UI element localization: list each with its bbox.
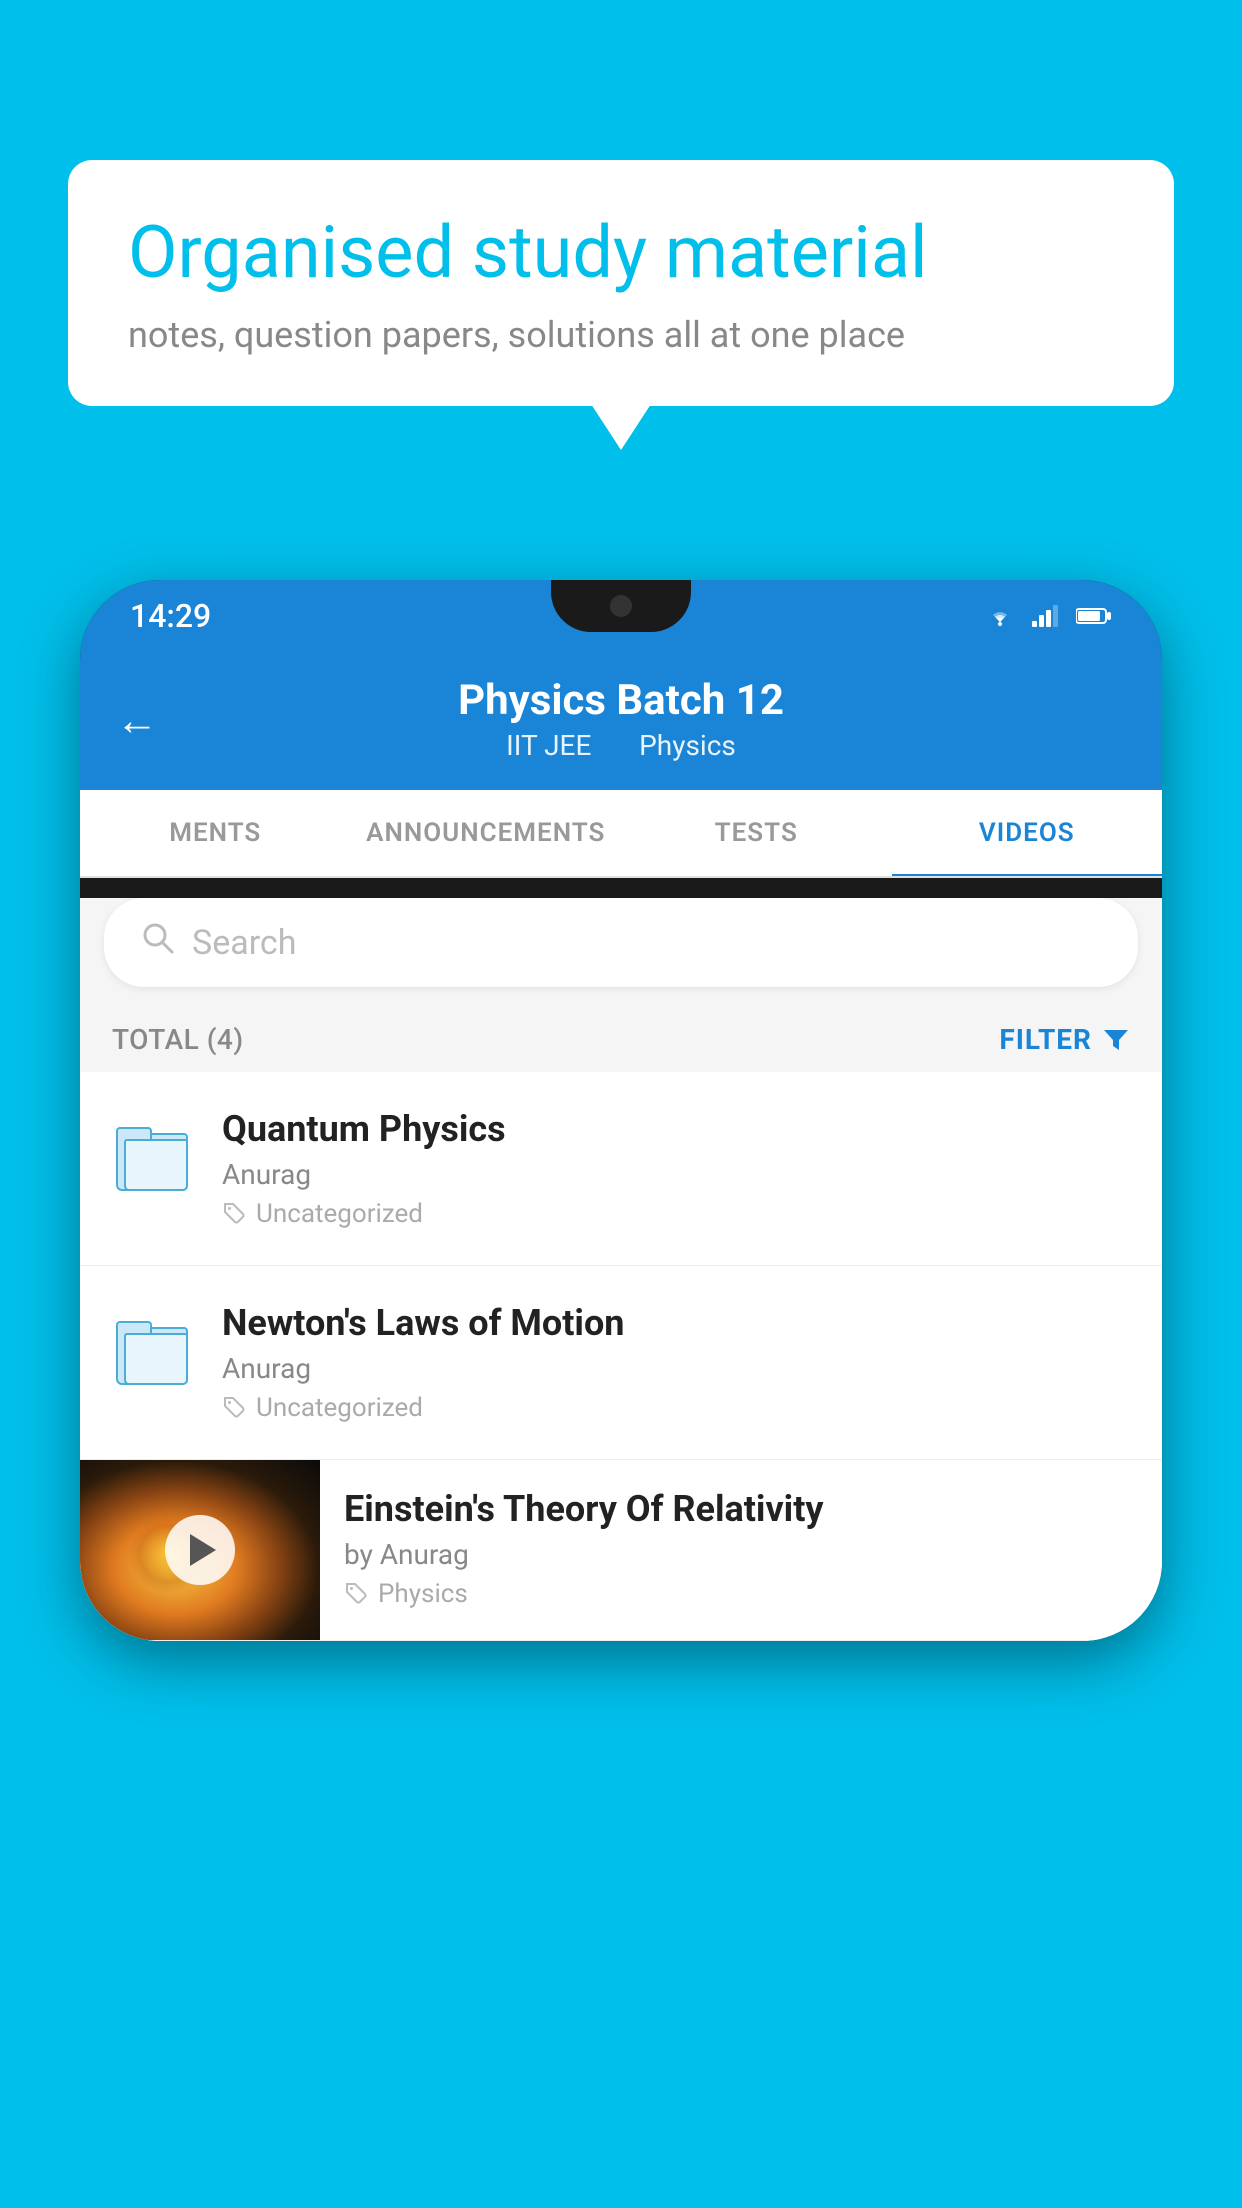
list-item[interactable]: Quantum Physics Anurag Uncategorized — [80, 1072, 1162, 1266]
filter-button[interactable]: FILTER — [999, 1023, 1130, 1056]
item-title: Newton's Laws of Motion — [222, 1302, 1130, 1344]
folder-icon — [116, 1115, 188, 1191]
video-title: Einstein's Theory Of Relativity — [344, 1488, 1138, 1530]
header-title: Physics Batch 12 — [120, 676, 1122, 725]
item-icon-newton — [112, 1302, 192, 1392]
camera — [610, 595, 632, 617]
total-label: TOTAL (4) — [112, 1023, 244, 1056]
tag-label: Uncategorized — [256, 1199, 423, 1229]
play-triangle-icon — [190, 1534, 216, 1566]
list-container: Quantum Physics Anurag Uncategorized — [80, 1072, 1162, 1641]
tab-ments[interactable]: MENTS — [80, 790, 351, 876]
tag-icon — [344, 1581, 370, 1607]
header-subtitle-right: Physics — [639, 729, 736, 762]
speech-bubble: Organised study material notes, question… — [68, 160, 1174, 406]
battery-icon — [1076, 607, 1112, 625]
tab-announcements[interactable]: ANNOUNCEMENTS — [351, 790, 622, 876]
tag-icon — [222, 1395, 248, 1421]
status-time: 14:29 — [130, 597, 211, 635]
filter-row: TOTAL (4) FILTER — [80, 1007, 1162, 1072]
item-title: Quantum Physics — [222, 1108, 1130, 1150]
wifi-icon — [984, 604, 1016, 628]
item-icon-quantum — [112, 1108, 192, 1198]
phone: 14:29 — [80, 580, 1162, 2208]
video-author: by Anurag — [344, 1538, 1138, 1571]
search-bar[interactable]: Search — [104, 898, 1138, 987]
speech-bubble-title: Organised study material — [128, 210, 1114, 296]
tabs-bar: MENTS ANNOUNCEMENTS TESTS VIDEOS — [80, 790, 1162, 878]
tab-videos[interactable]: VIDEOS — [892, 790, 1163, 876]
tab-tests[interactable]: TESTS — [621, 790, 892, 876]
item-text-quantum: Quantum Physics Anurag Uncategorized — [222, 1108, 1130, 1229]
play-button[interactable] — [165, 1515, 235, 1585]
video-thumbnail — [80, 1460, 320, 1640]
tag-label: Physics — [378, 1579, 468, 1609]
notch — [551, 580, 691, 632]
item-author: Anurag — [222, 1352, 1130, 1385]
speech-bubble-subtitle: notes, question papers, solutions all at… — [128, 314, 1114, 356]
tag-label: Uncategorized — [256, 1393, 423, 1423]
phone-body: 14:29 — [80, 580, 1162, 1641]
video-text-einstein: Einstein's Theory Of Relativity by Anura… — [320, 1460, 1162, 1637]
item-text-newton: Newton's Laws of Motion Anurag Uncategor… — [222, 1302, 1130, 1423]
item-tag: Uncategorized — [222, 1199, 1130, 1229]
header-subtitle: IIT JEE Physics — [120, 729, 1122, 762]
search-placeholder: Search — [192, 923, 296, 963]
folder-icon — [116, 1309, 188, 1385]
header-subtitle-left: IIT JEE — [506, 729, 591, 762]
tag-icon — [222, 1201, 248, 1227]
filter-label: FILTER — [999, 1023, 1092, 1056]
list-item-video[interactable]: Einstein's Theory Of Relativity by Anura… — [80, 1460, 1162, 1641]
status-bar: 14:29 — [80, 580, 1162, 652]
back-button[interactable]: ← — [116, 697, 158, 746]
filter-icon — [1102, 1026, 1130, 1054]
video-tag: Physics — [344, 1579, 1138, 1609]
status-icons — [984, 604, 1112, 628]
app-header: ← Physics Batch 12 IIT JEE Physics — [80, 652, 1162, 790]
content-area: Search TOTAL (4) FILTER — [80, 898, 1162, 1641]
signal-icon — [1032, 605, 1060, 627]
list-item[interactable]: Newton's Laws of Motion Anurag Uncategor… — [80, 1266, 1162, 1460]
search-icon — [140, 920, 176, 965]
item-author: Anurag — [222, 1158, 1130, 1191]
item-tag: Uncategorized — [222, 1393, 1130, 1423]
